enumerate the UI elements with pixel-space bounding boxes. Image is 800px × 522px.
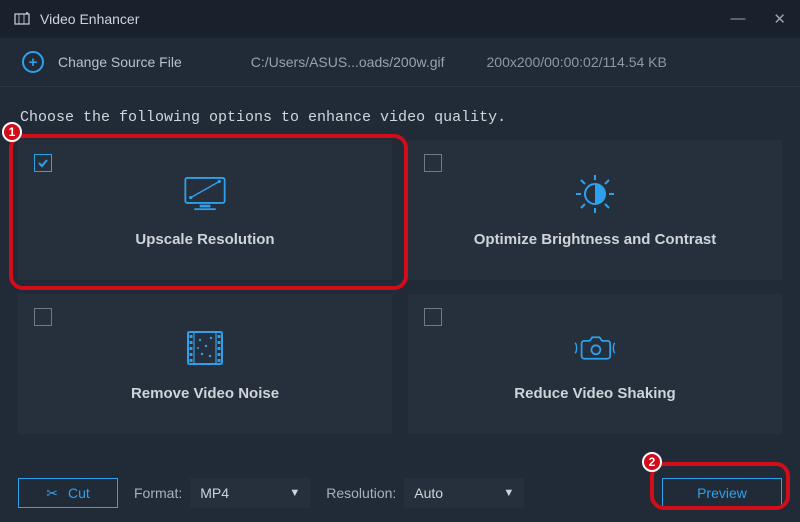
option-upscale-resolution[interactable]: Upscale Resolution bbox=[18, 140, 392, 280]
option-label: Optimize Brightness and Contrast bbox=[474, 231, 717, 248]
format-select[interactable]: MP4 ▼ bbox=[190, 478, 310, 508]
camera-shake-icon bbox=[570, 327, 620, 369]
source-metadata: 200x200/00:00:02/114.54 KB bbox=[487, 54, 667, 70]
bottom-bar: ✂ Cut Format: MP4 ▼ Resolution: Auto ▼ P… bbox=[0, 478, 800, 508]
checkbox-icon[interactable] bbox=[424, 154, 442, 172]
resolution-label: Resolution: bbox=[326, 485, 396, 501]
format-value: MP4 bbox=[200, 485, 229, 501]
preview-label: Preview bbox=[697, 485, 747, 501]
option-label: Remove Video Noise bbox=[131, 385, 279, 402]
add-source-icon[interactable]: + bbox=[22, 51, 44, 73]
app-logo-icon bbox=[14, 11, 30, 27]
chevron-down-icon: ▼ bbox=[503, 487, 514, 499]
options-grid: Upscale Resolution Optimize Brightness a… bbox=[0, 140, 800, 434]
option-reduce-video-shaking[interactable]: Reduce Video Shaking bbox=[408, 294, 782, 434]
titlebar: Video Enhancer — ✕ bbox=[0, 0, 800, 38]
film-noise-icon bbox=[180, 327, 230, 369]
preview-button[interactable]: Preview bbox=[662, 478, 782, 508]
app-title: Video Enhancer bbox=[40, 11, 139, 27]
chevron-down-icon: ▼ bbox=[289, 487, 300, 499]
resolution-select[interactable]: Auto ▼ bbox=[404, 478, 524, 508]
annotation-badge-2: 2 bbox=[642, 452, 662, 472]
checkbox-icon[interactable] bbox=[34, 308, 52, 326]
change-source-link[interactable]: Change Source File bbox=[58, 54, 182, 70]
source-path: C:/Users/ASUS...oads/200w.gif bbox=[251, 54, 445, 70]
option-label: Reduce Video Shaking bbox=[514, 385, 675, 402]
monitor-upscale-icon bbox=[180, 173, 230, 215]
checkbox-icon[interactable] bbox=[424, 308, 442, 326]
format-label: Format: bbox=[134, 485, 182, 501]
window-minimize-icon[interactable]: — bbox=[730, 10, 745, 28]
checkbox-icon[interactable] bbox=[34, 154, 52, 172]
option-label: Upscale Resolution bbox=[135, 231, 274, 248]
brightness-icon bbox=[570, 173, 620, 215]
cut-button[interactable]: ✂ Cut bbox=[18, 478, 118, 508]
scissors-icon: ✂ bbox=[46, 485, 58, 502]
option-remove-video-noise[interactable]: Remove Video Noise bbox=[18, 294, 392, 434]
source-bar: + Change Source File C:/Users/ASUS...oad… bbox=[0, 38, 800, 86]
cut-label: Cut bbox=[68, 485, 90, 501]
instruction-text: Choose the following options to enhance … bbox=[0, 87, 800, 140]
option-optimize-brightness-contrast[interactable]: Optimize Brightness and Contrast bbox=[408, 140, 782, 280]
resolution-value: Auto bbox=[414, 485, 443, 501]
window-close-icon[interactable]: ✕ bbox=[773, 10, 786, 28]
